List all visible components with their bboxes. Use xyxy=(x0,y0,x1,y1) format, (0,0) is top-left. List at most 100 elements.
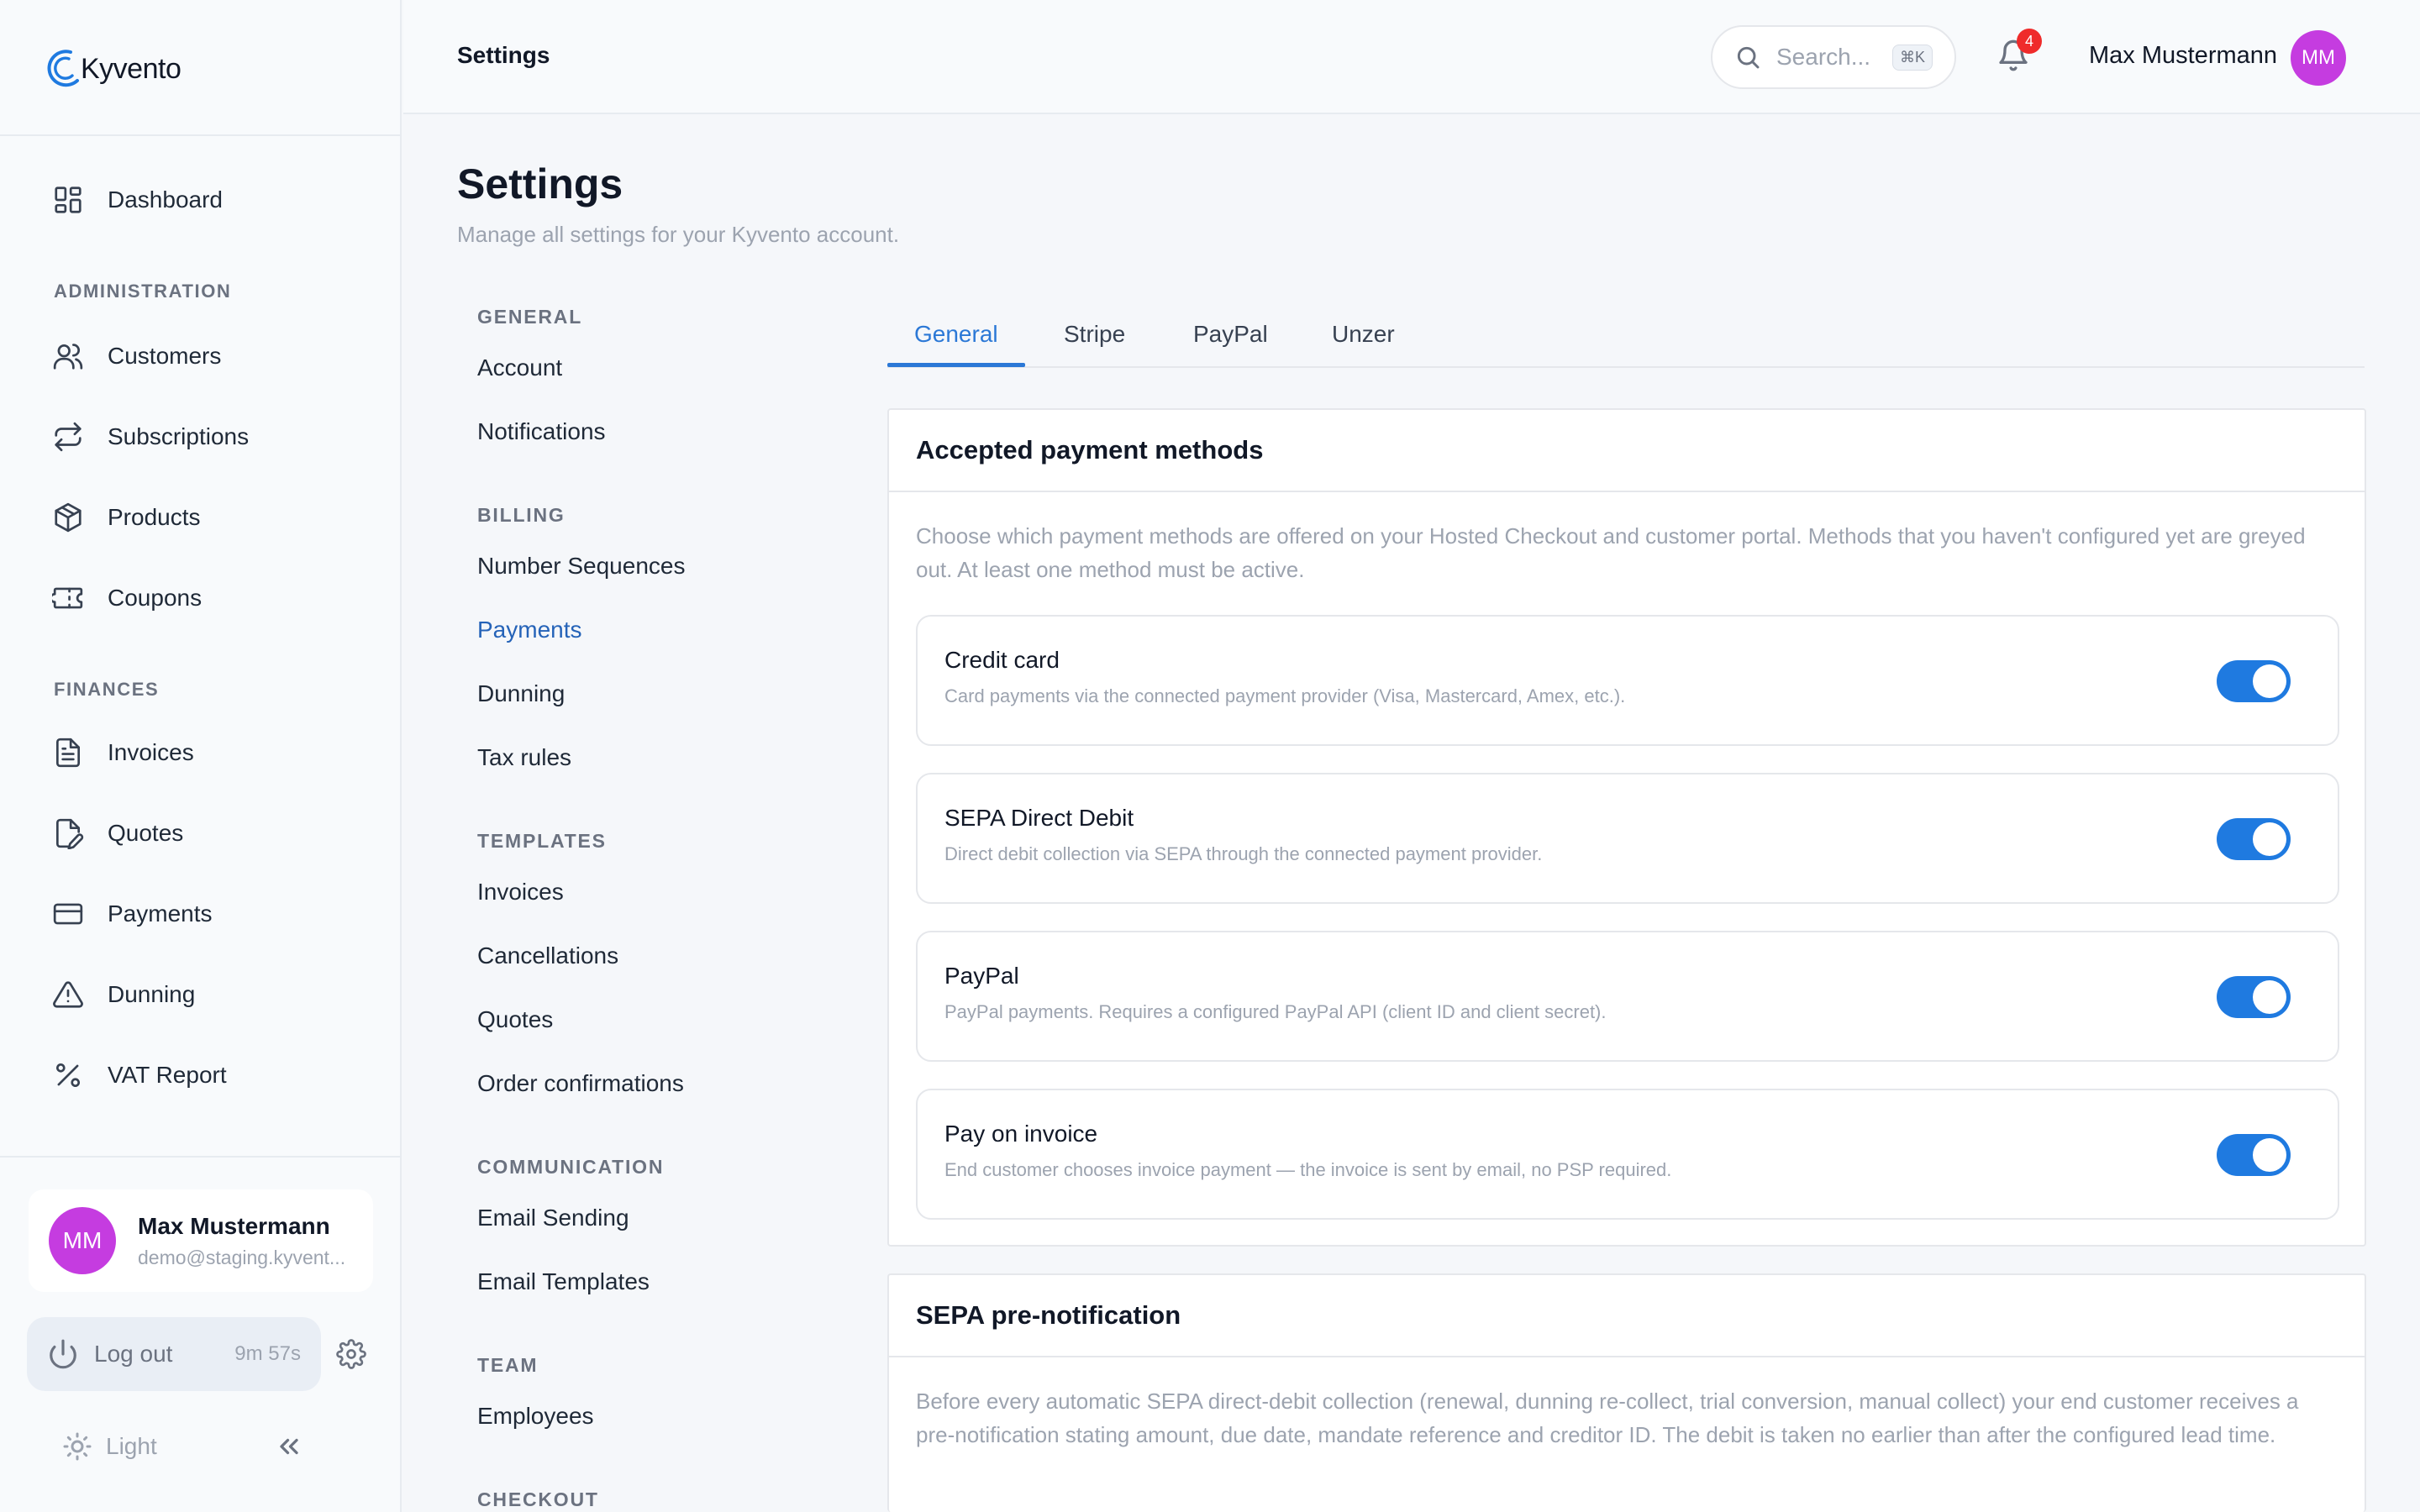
logo-mark-icon xyxy=(47,50,79,87)
sidebar-item-dunning[interactable]: Dunning xyxy=(52,971,195,1018)
search-placeholder: Search... xyxy=(1776,44,1871,70)
card-description: Before every automatic SEPA direct-debit… xyxy=(916,1389,2299,1447)
theme-toggle[interactable]: Light xyxy=(62,1431,157,1462)
settings-nav-notifications[interactable]: Notifications xyxy=(477,418,606,445)
package-icon xyxy=(55,502,82,533)
sepa-pre-notification-card: SEPA pre-notification Before every autom… xyxy=(887,1273,2366,1512)
logo-text: Kyvento xyxy=(81,52,182,85)
sidebar-item-label: Quotes xyxy=(108,820,184,846)
payment-method-name: Credit card xyxy=(944,647,1060,673)
payment-method-credit-card: Credit card Card payments via the connec… xyxy=(916,615,2339,746)
toggle-knob xyxy=(2253,822,2286,856)
pay-on-invoice-toggle[interactable] xyxy=(2217,1134,2291,1176)
sidebar-item-invoices[interactable]: Invoices xyxy=(52,729,194,776)
tabs-divider xyxy=(887,366,2365,368)
topbar: Settings Search... ⌘K 4 Max Mustermann M… xyxy=(403,0,2420,114)
payment-methods-card: Accepted payment methods Choose which pa… xyxy=(887,408,2366,1247)
settings-nav-invoices[interactable]: Invoices xyxy=(477,879,564,906)
settings-section-checkout: CHECKOUT xyxy=(477,1488,599,1510)
settings-nav-tax-rules[interactable]: Tax rules xyxy=(477,744,571,771)
search-icon xyxy=(1737,46,1760,69)
sun-icon xyxy=(63,1432,92,1461)
sidebar-item-payments[interactable]: Payments xyxy=(52,890,213,937)
sidebar-item-label: Dashboard xyxy=(108,186,223,213)
sidebar-item-dashboard[interactable]: Dashboard xyxy=(52,176,223,223)
payment-method-pay-on-invoice: Pay on invoice End customer chooses invo… xyxy=(916,1089,2339,1220)
settings-nav-email-templates[interactable]: Email Templates xyxy=(477,1268,650,1295)
search-input[interactable]: Search... ⌘K xyxy=(1711,25,1956,89)
sidebar-item-label: Subscriptions xyxy=(108,423,250,449)
settings-nav-dunning[interactable]: Dunning xyxy=(477,680,565,707)
logout-button[interactable]: Log out 9m 57s xyxy=(27,1317,321,1391)
payment-method-description: End customer chooses invoice payment — t… xyxy=(944,1159,1672,1180)
sidebar-item-vat-report[interactable]: VAT Report xyxy=(52,1052,227,1099)
sidebar-item-label: Dunning xyxy=(108,981,196,1007)
collapse-sidebar-button[interactable] xyxy=(274,1431,304,1462)
toggle-knob xyxy=(2253,1138,2286,1172)
sidebar-item-quotes[interactable]: Quotes xyxy=(52,810,183,857)
user-email: demo@staging.kyvent... xyxy=(138,1246,346,1268)
sidebar-item-coupons[interactable]: Coupons xyxy=(52,575,202,622)
avatar: MM xyxy=(49,1207,116,1274)
settings-nav-order-confirmations[interactable]: Order confirmations xyxy=(477,1070,684,1097)
power-icon xyxy=(50,1339,76,1369)
sidebar-item-label: Payments xyxy=(108,900,213,927)
toggle-knob xyxy=(2253,980,2286,1014)
paypal-toggle[interactable] xyxy=(2217,976,2291,1018)
sidebar-item-label: Customers xyxy=(108,343,222,369)
settings-nav-email-sending[interactable]: Email Sending xyxy=(477,1205,629,1231)
page-title: Settings xyxy=(457,160,623,207)
payment-method-description: Card payments via the connected payment … xyxy=(944,685,1626,706)
payment-method-name: Pay on invoice xyxy=(944,1121,1098,1147)
sepa-direct-debit-toggle[interactable] xyxy=(2217,818,2291,860)
settings-section-billing: BILLING xyxy=(477,504,566,526)
ticket-icon xyxy=(52,587,83,609)
settings-section-general: GENERAL xyxy=(477,306,583,328)
topbar-user-name[interactable]: Max Mustermann xyxy=(2089,42,2277,70)
sidebar-item-customers[interactable]: Customers xyxy=(52,333,221,380)
sidebar-item-label: VAT Report xyxy=(108,1062,227,1088)
tab-general[interactable]: General xyxy=(914,321,998,348)
settings-nav-number-sequences[interactable]: Number Sequences xyxy=(477,553,685,580)
tab-paypal[interactable]: PayPal xyxy=(1193,321,1268,348)
settings-section-team: TEAM xyxy=(477,1354,539,1376)
sidebar-user-card[interactable]: MM Max Mustermann demo@staging.kyvent... xyxy=(29,1189,373,1292)
settings-nav-employees[interactable]: Employees xyxy=(477,1403,594,1430)
users-icon xyxy=(53,344,83,370)
sidebar-item-products[interactable]: Products xyxy=(52,494,201,541)
payment-method-paypal: PayPal PayPal payments. Requires a confi… xyxy=(916,931,2339,1062)
session-timer: 9m 57s xyxy=(234,1342,301,1365)
logout-label: Log out xyxy=(94,1341,173,1367)
repeat-icon xyxy=(55,422,82,452)
credit-card-toggle[interactable] xyxy=(2217,660,2291,702)
file-edit-icon xyxy=(55,818,84,849)
card-title: SEPA pre-notification xyxy=(889,1275,2365,1357)
payment-method-name: SEPA Direct Debit xyxy=(944,805,1134,831)
topbar-avatar[interactable]: MM xyxy=(2291,30,2346,86)
sidebar: Kyvento Dashboard ADMINISTRATION Custome… xyxy=(0,0,402,1512)
active-tab-indicator xyxy=(887,363,1025,367)
topbar-title: Settings xyxy=(457,42,550,68)
notifications-button[interactable]: 4 xyxy=(1996,29,2042,76)
payment-method-description: PayPal payments. Requires a configured P… xyxy=(944,1001,1607,1022)
user-name: Max Mustermann xyxy=(138,1212,330,1239)
chevrons-left-icon xyxy=(280,1438,298,1455)
toggle-knob xyxy=(2253,664,2286,698)
section-label-finances: FINANCES xyxy=(54,679,160,700)
tab-stripe[interactable]: Stripe xyxy=(1064,321,1125,348)
credit-card-icon xyxy=(53,903,83,925)
dashboard-icon xyxy=(55,186,82,213)
settings-nav-account[interactable]: Account xyxy=(477,354,562,381)
section-label-administration: ADMINISTRATION xyxy=(54,281,232,302)
payment-method-description: Direct debit collection via SEPA through… xyxy=(944,843,1543,864)
card-title: Accepted payment methods xyxy=(889,410,2365,492)
sidebar-item-subscriptions[interactable]: Subscriptions xyxy=(52,413,249,460)
settings-nav-quotes[interactable]: Quotes xyxy=(477,1006,553,1033)
settings-nav-cancellations[interactable]: Cancellations xyxy=(477,942,618,969)
settings-gear-button[interactable] xyxy=(336,1339,366,1369)
kyvento-logo[interactable]: Kyvento xyxy=(45,44,182,94)
file-text-icon xyxy=(55,738,81,768)
settings-nav-payments[interactable]: Payments xyxy=(477,617,582,643)
search-shortcut-badge: ⌘K xyxy=(1891,44,1933,71)
tab-unzer[interactable]: Unzer xyxy=(1332,321,1395,348)
